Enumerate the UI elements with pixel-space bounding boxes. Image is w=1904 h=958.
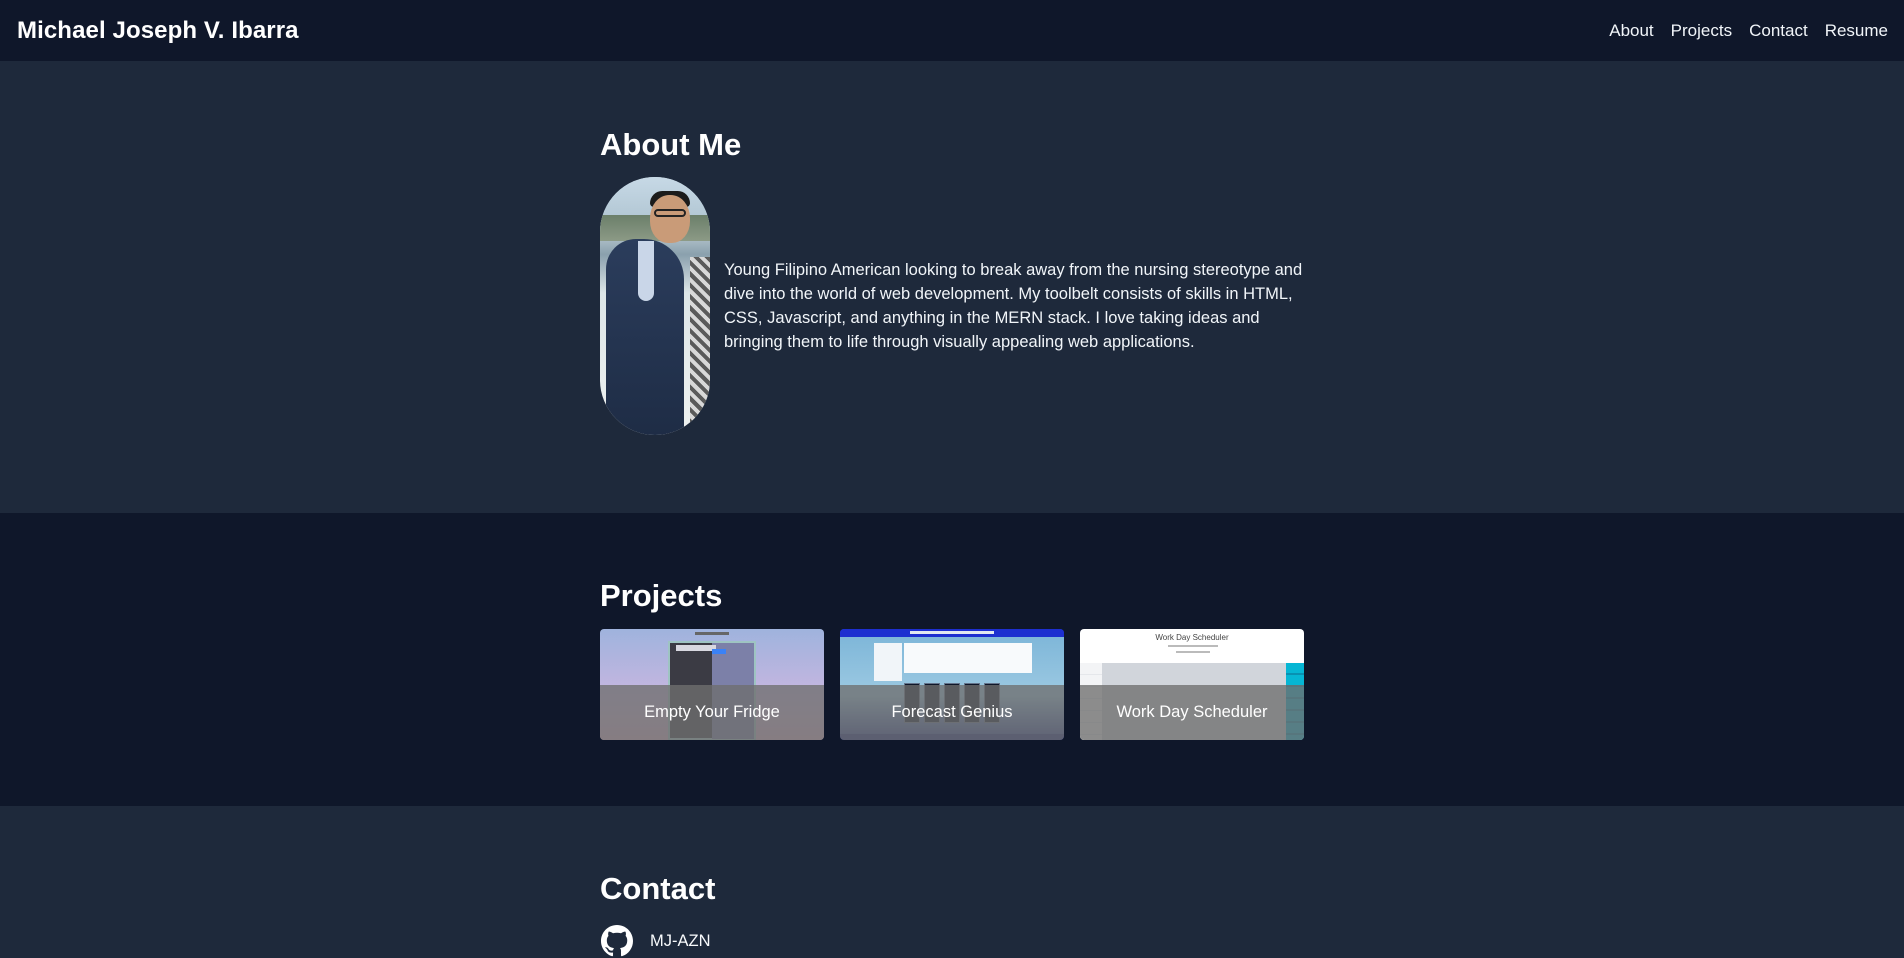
projects-section: Projects Empty Your Fridge Forecast Geni…	[0, 513, 1904, 806]
nav-link-projects[interactable]: Projects	[1671, 21, 1732, 41]
github-handle: MJ-AZN	[650, 931, 711, 950]
nav-link-about[interactable]: About	[1609, 21, 1653, 41]
about-section: About Me Young Filipino American looking…	[0, 61, 1904, 513]
project-card-label: Forecast Genius	[840, 685, 1064, 740]
contact-section: Contact MJ-AZN	[0, 806, 1904, 957]
nav-link-contact[interactable]: Contact	[1749, 21, 1808, 41]
profile-photo	[600, 177, 710, 435]
thumb-main-panel	[904, 643, 1032, 673]
top-navbar: Michael Joseph V. Ibarra About Projects …	[0, 0, 1904, 61]
nav-link-resume[interactable]: Resume	[1825, 21, 1888, 41]
project-card-label: Empty Your Fridge	[600, 685, 824, 740]
thumb-title-line	[695, 632, 729, 635]
thumb-topbar-text	[910, 631, 994, 634]
photo-glasses	[654, 209, 686, 217]
thumb-button	[712, 649, 726, 654]
project-card-empty-your-fridge[interactable]: Empty Your Fridge	[600, 629, 824, 740]
thumb-date-line	[1176, 651, 1210, 653]
project-card-forecast-genius[interactable]: Forecast Genius	[840, 629, 1064, 740]
photo-partner-dress	[690, 257, 710, 435]
contact-heading: Contact	[600, 871, 716, 906]
about-bio: Young Filipino American looking to break…	[724, 261, 1303, 351]
project-card-work-day-scheduler[interactable]: Work Day Scheduler Work Day Scheduler	[1080, 629, 1304, 740]
about-heading: About Me	[600, 127, 742, 162]
main-nav: About Projects Contact Resume	[1592, 21, 1888, 41]
thumb-title: Work Day Scheduler	[1155, 633, 1229, 642]
photo-head	[650, 195, 690, 243]
thumb-subtitle-line	[1168, 645, 1218, 647]
thumb-header	[676, 645, 716, 651]
projects-heading: Projects	[600, 578, 723, 613]
project-cards: Empty Your Fridge Forecast Genius Work D…	[600, 629, 1304, 740]
photo-shirt	[638, 241, 654, 301]
site-brand[interactable]: Michael Joseph V. Ibarra	[17, 17, 299, 45]
project-card-label: Work Day Scheduler	[1080, 685, 1304, 740]
thumb-sidebar	[874, 643, 902, 681]
